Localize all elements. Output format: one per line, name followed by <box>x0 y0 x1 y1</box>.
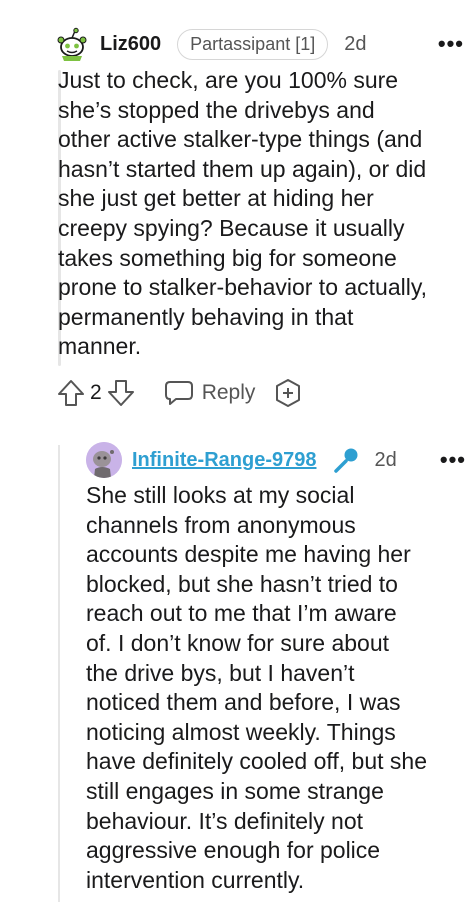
more-options-icon[interactable]: ••• <box>438 31 464 57</box>
more-options-icon[interactable]: ••• <box>440 447 466 473</box>
snoo-avatar-icon <box>86 442 122 478</box>
reply-timestamp: 2d <box>374 448 397 471</box>
microphone-icon <box>332 446 360 474</box>
comment-action-bar: 2 Reply <box>56 375 303 411</box>
upvote-icon[interactable] <box>56 378 86 408</box>
reply-header: Infinite-Range-9798 2d ••• <box>86 441 466 479</box>
snoo-avatar-icon <box>57 27 87 61</box>
downvote-icon[interactable] <box>106 378 136 408</box>
award-button[interactable] <box>273 378 303 408</box>
chat-bubble-icon <box>164 379 194 407</box>
comment-timestamp: 2d <box>344 32 367 55</box>
reply-user-avatar[interactable] <box>86 442 122 478</box>
reply-label: Reply <box>201 381 256 404</box>
user-avatar[interactable] <box>54 26 90 62</box>
reply-button[interactable]: Reply <box>164 379 256 407</box>
vote-count: 2 <box>90 381 102 404</box>
reply-body: She still looks at my social channels fr… <box>86 482 427 893</box>
comment-body: Just to check, are you 100% sure she’s s… <box>58 67 428 360</box>
user-flair: Partassipant [1] <box>177 28 329 60</box>
comment-header: Liz600 Partassipant [1] 2d ••• <box>54 26 464 62</box>
award-icon <box>276 379 301 407</box>
comment-author[interactable]: Liz600 <box>100 33 161 56</box>
reply-thread-line[interactable] <box>58 445 60 902</box>
reply-author[interactable]: Infinite-Range-9798 <box>132 449 316 472</box>
